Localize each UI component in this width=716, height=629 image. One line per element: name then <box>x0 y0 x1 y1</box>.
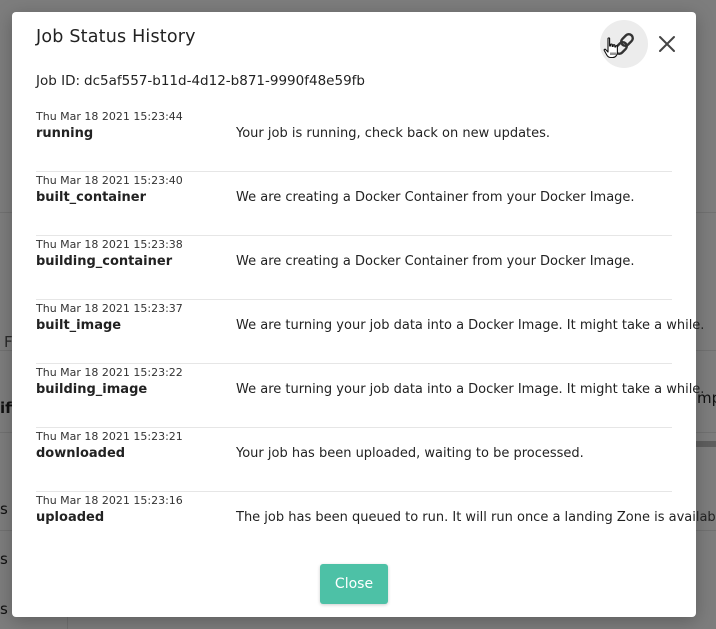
status-timestamp: Thu Mar 18 2021 15:23:38 <box>36 238 183 251</box>
pointer-cursor-icon <box>603 37 618 59</box>
status-row: Thu Mar 18 2021 15:23:37 built_image We … <box>36 300 704 364</box>
job-id-label: Job ID: <box>36 73 81 89</box>
status-row: Thu Mar 18 2021 15:23:21 downloaded Your… <box>36 428 672 492</box>
status-message: We are creating a Docker Container from … <box>236 254 635 269</box>
job-status-history-modal: Job Status History Job ID: dc5af557-b11d-… <box>12 12 716 617</box>
status-name: building_image <box>36 382 148 397</box>
status-name: running <box>36 126 94 141</box>
status-message: We are turning your job data into a Dock… <box>236 318 705 333</box>
status-message: We are turning your job data into a Dock… <box>236 382 705 397</box>
status-timestamp: Thu Mar 18 2021 15:23:44 <box>36 110 183 123</box>
status-timestamp: Thu Mar 18 2021 15:23:16 <box>36 494 183 507</box>
status-row: Thu Mar 18 2021 15:23:16 uploaded The jo… <box>36 492 716 555</box>
status-message: Your job has been uploaded, waiting to b… <box>236 446 584 461</box>
close-icon[interactable] <box>655 32 679 56</box>
job-id: Job ID: dc5af557-b11d-4d12-b871-9990f48e5… <box>36 73 365 89</box>
status-timestamp: Thu Mar 18 2021 15:23:40 <box>36 174 183 187</box>
status-message: The job has been queued to run. It will … <box>236 510 716 525</box>
status-row: Thu Mar 18 2021 15:23:44 running Your jo… <box>36 108 672 172</box>
modal-title: Job Status History <box>36 27 196 47</box>
close-button[interactable]: Close <box>320 564 388 604</box>
job-id-value: dc5af557-b11d-4d12-b871-9990f48e59fb <box>84 73 365 89</box>
status-name: uploaded <box>36 510 105 525</box>
status-timestamp: Thu Mar 18 2021 15:23:21 <box>36 430 183 443</box>
status-timestamp: Thu Mar 18 2021 15:23:22 <box>36 366 183 379</box>
status-name: built_container <box>36 190 147 205</box>
status-list: Thu Mar 18 2021 15:23:44 running Your jo… <box>36 108 716 555</box>
status-row: Thu Mar 18 2021 15:23:38 building_contai… <box>36 236 672 300</box>
status-row: Thu Mar 18 2021 15:23:22 building_image … <box>36 364 704 428</box>
status-row: Thu Mar 18 2021 15:23:40 built_container… <box>36 172 672 236</box>
status-timestamp: Thu Mar 18 2021 15:23:37 <box>36 302 183 315</box>
status-name: built_image <box>36 318 122 333</box>
status-name: downloaded <box>36 446 126 461</box>
status-message: Your job is running, check back on new u… <box>236 126 551 141</box>
status-name: building_container <box>36 254 173 269</box>
status-message: We are creating a Docker Container from … <box>236 190 635 205</box>
